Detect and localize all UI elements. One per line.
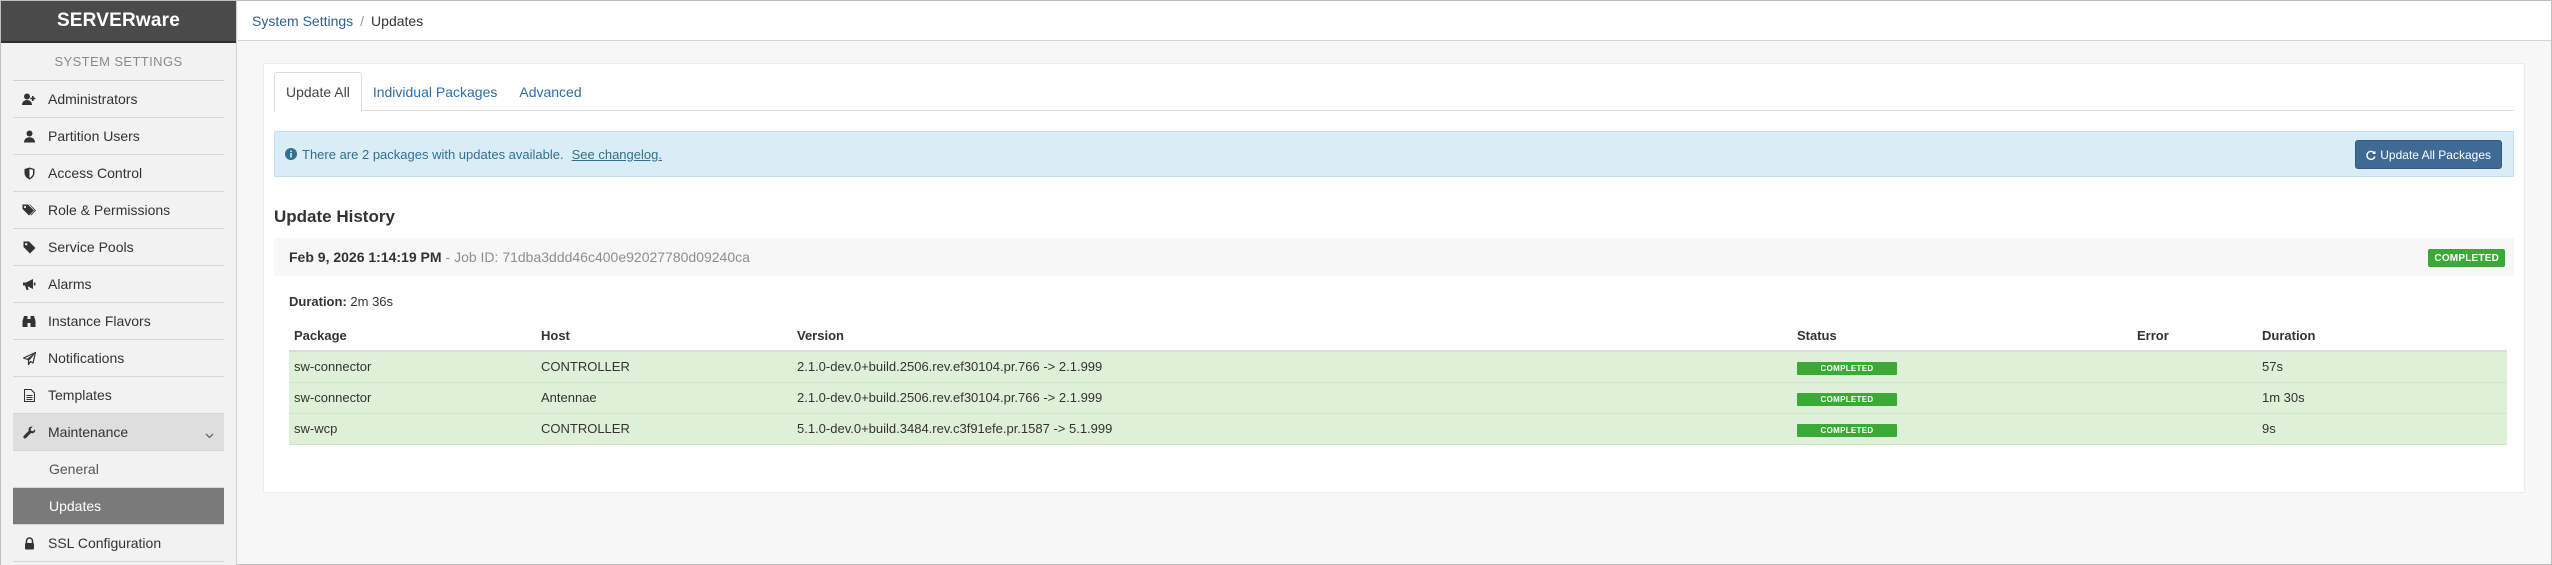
breadcrumb-system-settings[interactable]: System Settings	[252, 13, 353, 29]
duration-value: 2m 36s	[350, 294, 394, 309]
cell-error	[2132, 351, 2257, 383]
packages-table: Package Host Version Status Error Durati…	[289, 321, 2507, 445]
cell-host: CONTROLLER	[536, 351, 792, 383]
status-badge: COMPLETED	[1797, 392, 1897, 406]
sidebar-item-ssl-configuration[interactable]: SSL Configuration	[13, 525, 224, 562]
sidebar-item-partition-users[interactable]: Partition Users	[13, 118, 224, 155]
duration-label: Duration:	[289, 294, 347, 309]
cell-package: sw-wcp	[289, 413, 536, 445]
updates-available-alert: There are 2 packages with updates availa…	[274, 131, 2514, 177]
job-header: Feb 9, 2026 1:14:19 PM - Job ID: 71dba3d…	[274, 238, 2514, 276]
file-text-icon	[21, 387, 37, 403]
column-header-status: Status	[1792, 321, 2132, 352]
table-row: sw-connector Antennae 2.1.0-dev.0+build.…	[289, 382, 2507, 414]
tab-advanced[interactable]: Advanced	[508, 72, 592, 111]
sidebar: SERVERware SYSTEM SETTINGS Administrator…	[1, 1, 237, 565]
sidebar-item-instance-flavors[interactable]: Instance Flavors	[13, 303, 224, 340]
alert-message: There are 2 packages with updates availa…	[302, 146, 564, 162]
column-header-package: Package	[289, 321, 536, 352]
shield-icon	[21, 165, 37, 181]
sidebar-item-label: Administrators	[48, 91, 138, 107]
table-row: sw-connector CONTROLLER 2.1.0-dev.0+buil…	[289, 351, 2507, 383]
cell-version: 5.1.0-dev.0+build.3484.rev.c3f91efe.pr.1…	[792, 413, 1792, 445]
sidebar-item-label: Access Control	[48, 165, 143, 181]
column-header-host: Host	[536, 321, 792, 352]
cell-package: sw-connector	[289, 351, 536, 383]
sidebar-item-label: Partition Users	[48, 128, 140, 144]
cell-status: COMPLETED	[1792, 413, 2132, 445]
cell-package: sw-connector	[289, 382, 536, 414]
column-header-error: Error	[2132, 321, 2257, 352]
bullhorn-icon	[21, 276, 37, 292]
sidebar-item-role-permissions[interactable]: Role & Permissions	[13, 192, 224, 229]
sidebar-item-label: Templates	[48, 387, 112, 403]
lock-icon	[21, 535, 37, 551]
cell-status: COMPLETED	[1792, 382, 2132, 414]
paper-plane-icon	[21, 350, 37, 366]
sidebar-subitem-updates[interactable]: Updates	[13, 488, 224, 525]
sidebar-item-service-pools[interactable]: Service Pools	[13, 229, 224, 266]
sidebar-item-label: Instance Flavors	[48, 313, 151, 329]
tab-bar: Update All Individual Packages Advanced	[274, 72, 2514, 112]
sidebar-item-administrators[interactable]: Administrators	[13, 81, 224, 118]
cell-error	[2132, 413, 2257, 445]
tag-icon	[21, 239, 37, 255]
job-status-badge: COMPLETED	[2428, 249, 2505, 267]
column-header-version: Version	[792, 321, 1792, 352]
user-plus-icon	[21, 91, 37, 107]
cell-version: 2.1.0-dev.0+build.2506.rev.ef30104.pr.76…	[792, 351, 1792, 383]
sidebar-subitem-general[interactable]: General	[13, 451, 224, 488]
sidebar-section-title: SYSTEM SETTINGS	[13, 43, 224, 81]
update-all-packages-label: Update All Packages	[2380, 147, 2491, 162]
tab-update-all[interactable]: Update All	[274, 72, 362, 112]
binoculars-icon	[21, 313, 37, 329]
chevron-down-icon	[205, 426, 214, 442]
wrench-icon	[21, 424, 37, 440]
update-all-packages-button[interactable]: Update All Packages	[2355, 140, 2502, 169]
job-date: Feb 9, 2026 1:14:19 PM	[289, 249, 442, 265]
cell-host: Antennae	[536, 382, 792, 414]
sidebar-item-access-control[interactable]: Access Control	[13, 155, 224, 192]
status-badge: COMPLETED	[1797, 361, 1897, 375]
table-row: sw-wcp CONTROLLER 5.1.0-dev.0+build.3484…	[289, 413, 2507, 445]
column-header-duration: Duration	[2257, 321, 2507, 352]
update-history-title: Update History	[274, 207, 395, 226]
sidebar-item-notifications[interactable]: Notifications	[13, 340, 224, 377]
breadcrumb: System Settings / Updates	[238, 1, 2551, 41]
sidebar-item-label: Service Pools	[48, 239, 134, 255]
tags-icon	[21, 202, 37, 218]
cell-duration: 9s	[2257, 413, 2507, 445]
sidebar-item-alarms[interactable]: Alarms	[13, 266, 224, 303]
main-panel: Update All Individual Packages Advanced …	[263, 63, 2525, 493]
status-badge: COMPLETED	[1797, 423, 1897, 437]
brand-logo: SERVERware	[1, 1, 236, 41]
sidebar-item-label: Notifications	[48, 350, 125, 366]
job-duration: Duration: 2m 36s	[289, 294, 393, 309]
sidebar-item-templates[interactable]: Templates	[13, 377, 224, 414]
info-circle-icon	[285, 148, 297, 160]
sidebar-item-maintenance[interactable]: Maintenance	[13, 414, 224, 451]
sidebar-item-label: Role & Permissions	[48, 202, 171, 218]
breadcrumb-current: Updates	[371, 12, 424, 29]
job-id: - Job ID: 71dba3ddd46c400e92027780d09240…	[445, 249, 750, 265]
table-header-row: Package Host Version Status Error Durati…	[289, 321, 2507, 352]
cell-version: 2.1.0-dev.0+build.2506.rev.ef30104.pr.76…	[792, 382, 1792, 414]
sidebar-item-label: Alarms	[48, 276, 92, 292]
breadcrumb-separator: /	[360, 12, 365, 29]
refresh-icon	[2366, 150, 2376, 160]
sidebar-nav: Administrators Partition Users Access Co…	[13, 81, 224, 562]
cell-duration: 57s	[2257, 351, 2507, 383]
app-window: SERVERware SYSTEM SETTINGS Administrator…	[0, 0, 2552, 565]
tab-individual-packages[interactable]: Individual Packages	[362, 72, 509, 111]
cell-status: COMPLETED	[1792, 351, 2132, 383]
cell-error	[2132, 382, 2257, 414]
cell-duration: 1m 30s	[2257, 382, 2507, 414]
cell-host: CONTROLLER	[536, 413, 792, 445]
changelog-link[interactable]: See changelog.	[572, 147, 662, 162]
sidebar-item-label: SSL Configuration	[48, 535, 162, 551]
sidebar-item-label: Maintenance	[48, 424, 129, 440]
user-icon	[21, 128, 37, 144]
